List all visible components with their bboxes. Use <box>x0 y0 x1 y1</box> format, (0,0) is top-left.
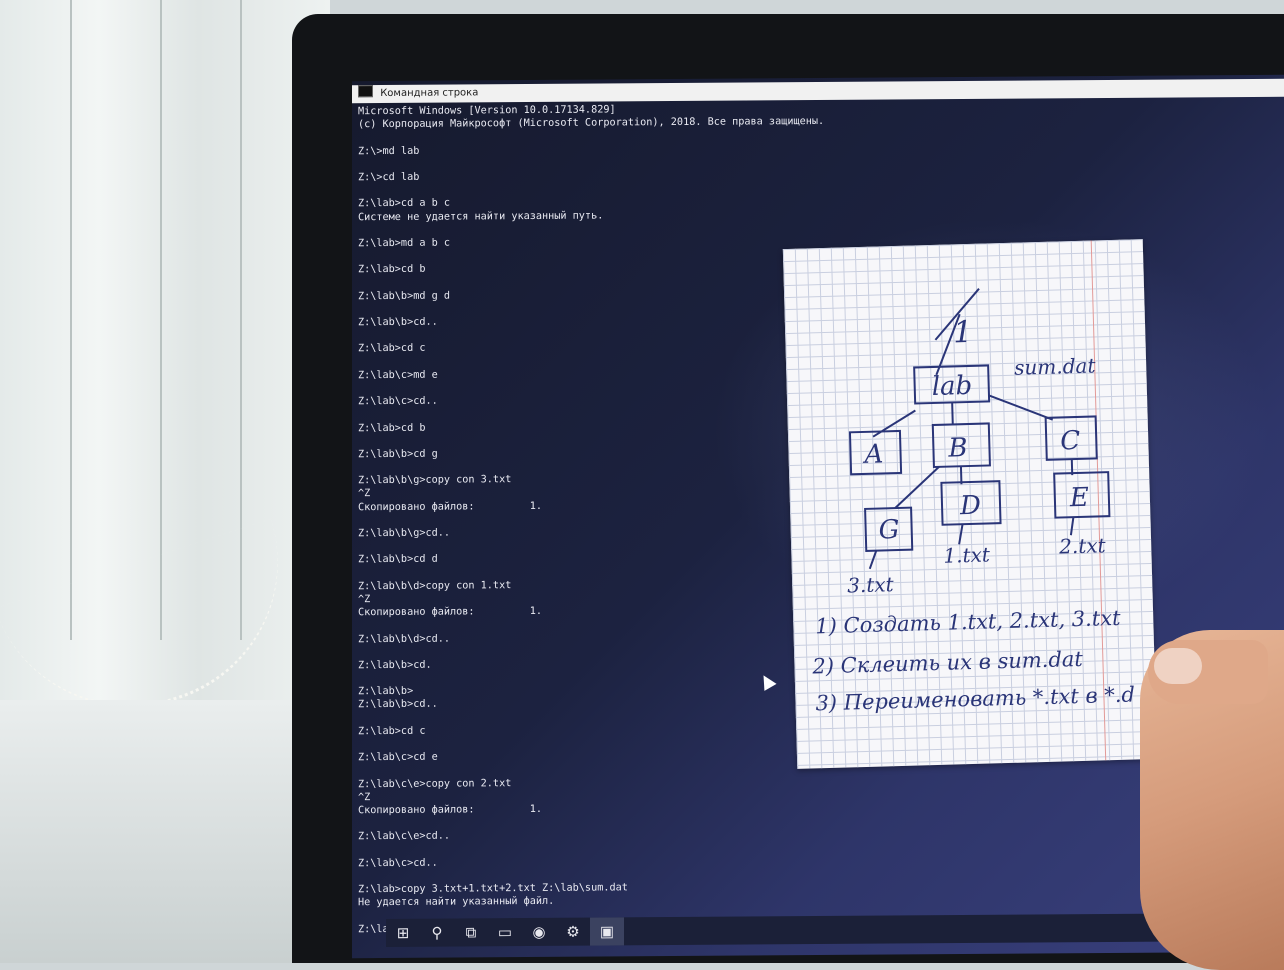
lab-label: lab <box>931 371 972 402</box>
task-3: 3) Переименовать *.txt в *.d <box>815 682 1135 715</box>
search-icon[interactable]: ⚲ <box>420 919 454 947</box>
note-drawing: 1 lab sum.dat A B C G D E 3.txt 1.txt 2.… <box>811 288 1135 715</box>
settings-gear-icon[interactable]: ⚙ <box>556 918 590 946</box>
file-3txt-label: 3.txt <box>847 572 895 597</box>
task-2: 2) Склеить их в sum.dat <box>811 647 1084 679</box>
box-a-label: A <box>862 439 884 470</box>
blind-slat <box>70 0 72 640</box>
command-prompt-icon <box>358 85 373 98</box>
box-d-label: D <box>959 491 982 522</box>
command-prompt-icon[interactable]: ▣ <box>590 917 624 946</box>
box-g-label: G <box>878 515 900 546</box>
file-explorer-icon[interactable]: ▭ <box>488 918 522 946</box>
root-label: 1 <box>953 315 973 351</box>
file-2txt-label: 2.txt <box>1058 533 1107 558</box>
window-sill <box>0 700 330 963</box>
box-c-label: C <box>1060 426 1081 457</box>
handwritten-note: 1 lab sum.dat A B C G D E 3.txt 1.txt 2.… <box>782 239 1158 769</box>
window-title: Командная строка <box>380 87 479 100</box>
box-b-label: B <box>947 433 968 464</box>
chrome-icon[interactable]: ◉ <box>522 918 556 946</box>
box-e-label: E <box>1068 483 1089 514</box>
sum-dat-label: sum.dat <box>1014 353 1097 379</box>
blind-slat <box>160 0 162 640</box>
thumb-nail <box>1154 648 1202 684</box>
windows-start-icon[interactable]: ⊞ <box>386 919 420 947</box>
file-1txt-label: 1.txt <box>943 542 991 567</box>
task-1: 1) Создать 1.txt, 2.txt, 3.txt <box>815 606 1121 639</box>
task-view-icon[interactable]: ⧉ <box>454 918 488 946</box>
